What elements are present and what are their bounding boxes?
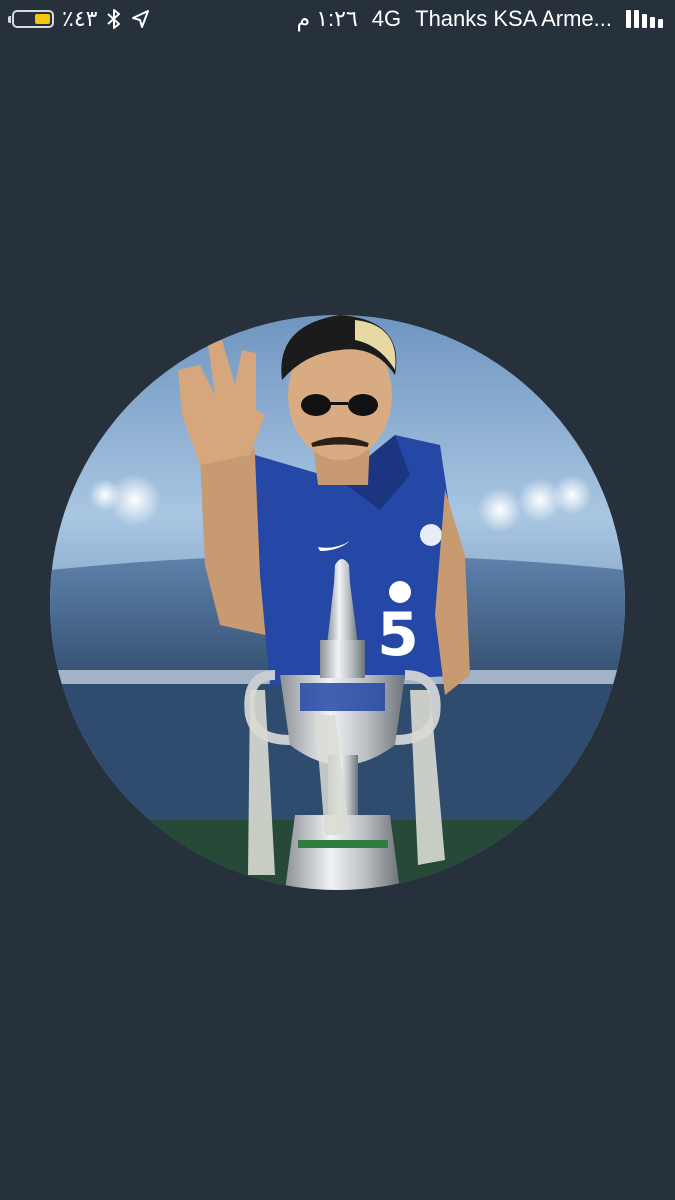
battery-icon bbox=[8, 10, 54, 28]
signal-bars-icon bbox=[626, 10, 663, 28]
club-crest bbox=[420, 524, 442, 546]
battery-cap bbox=[8, 16, 11, 23]
status-bar: ٪٤٣ ١:٢٦ م 4G Thanks KSA Arme... bbox=[0, 0, 675, 38]
trophy-base-ring bbox=[298, 840, 388, 848]
jersey-number: 5 bbox=[377, 600, 419, 670]
sunglasses-right-lens bbox=[348, 394, 378, 416]
floodlight bbox=[552, 475, 592, 515]
floodlight bbox=[89, 479, 121, 511]
floodlight bbox=[478, 488, 522, 532]
profile-photo-illustration: 5 bbox=[50, 315, 625, 890]
battery-percent: ٪٤٣ bbox=[62, 6, 98, 31]
status-bar-right: ١:٢٦ م 4G Thanks KSA Arme... bbox=[296, 5, 663, 33]
profile-avatar[interactable]: 5 bbox=[50, 315, 625, 890]
signal-bar bbox=[650, 17, 655, 28]
trophy-lid-base bbox=[320, 640, 365, 678]
trophy-band bbox=[300, 683, 385, 711]
clock-time: ١:٢٦ م bbox=[296, 6, 358, 31]
player-mustache bbox=[311, 437, 369, 447]
network-type: 4G bbox=[371, 6, 402, 31]
carrier-name: Thanks KSA Arme... bbox=[415, 6, 612, 31]
signal-bar bbox=[634, 10, 639, 28]
sunglasses-left-lens bbox=[301, 394, 331, 416]
status-bar-left: ٪٤٣ bbox=[8, 5, 150, 33]
sunglasses-bridge bbox=[330, 402, 348, 405]
signal-bar bbox=[658, 19, 663, 28]
battery-level-fill bbox=[35, 14, 50, 24]
signal-bar bbox=[626, 10, 631, 28]
location-arrow-icon bbox=[132, 10, 150, 28]
signal-bar bbox=[642, 14, 647, 28]
bluetooth-icon bbox=[107, 9, 121, 29]
